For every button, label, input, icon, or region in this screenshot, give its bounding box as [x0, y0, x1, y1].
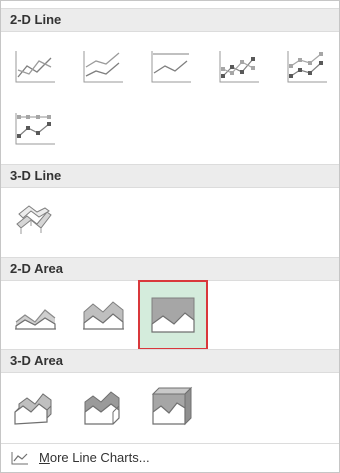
more-line-charts-label: More Line Charts... — [39, 450, 150, 465]
3d-area-chart-option[interactable] — [7, 378, 63, 434]
access-key-letter: M — [39, 450, 50, 465]
stacked-line-with-markers-chart-option[interactable] — [279, 39, 335, 95]
line-with-markers-icon — [219, 51, 259, 83]
stacked-line-chart-option[interactable] — [75, 39, 131, 95]
100-percent-stacked-line-icon — [151, 51, 191, 83]
line-icon — [15, 51, 55, 83]
line-with-markers-chart-option[interactable] — [211, 39, 267, 95]
line-chart-gallery: 2-D Line 3-D Line 2-D Area 3-D Area More… — [0, 0, 340, 473]
3d-100-percent-stacked-area-icon — [151, 386, 193, 426]
3d-100-percent-stacked-area-chart-option[interactable] — [143, 378, 199, 434]
stacked-line-icon — [83, 51, 123, 83]
100-percent-stacked-line-with-markers-icon — [15, 113, 55, 145]
3d-stacked-area-icon — [84, 391, 120, 425]
section-header-3d-area: 3-D Area — [1, 349, 339, 373]
area-icon — [15, 309, 56, 330]
3d-line-chart-option[interactable] — [7, 190, 63, 246]
100-percent-stacked-area-icon — [151, 297, 195, 333]
more-line-charts-label-rest: ore Line Charts... — [49, 450, 150, 465]
stacked-area-chart-option[interactable] — [75, 286, 131, 342]
area-chart-option[interactable] — [7, 286, 63, 342]
stacked-area-icon — [83, 301, 124, 330]
section-header-3d-line: 3-D Line — [1, 164, 339, 188]
3d-line-icon — [16, 205, 52, 234]
100-percent-stacked-area-chart-option[interactable] — [138, 280, 208, 350]
section-header-2d-area: 2-D Area — [1, 257, 339, 281]
100-percent-stacked-line-chart-option[interactable] — [143, 39, 199, 95]
section-header-2d-line: 2-D Line — [1, 8, 339, 32]
line-chart-icon — [11, 452, 28, 465]
3d-area-icon — [14, 393, 52, 425]
more-line-charts-link[interactable]: More Line Charts... — [1, 443, 339, 471]
3d-stacked-area-chart-option[interactable] — [75, 378, 131, 434]
stacked-line-with-markers-icon — [287, 51, 327, 83]
100-percent-stacked-line-with-markers-chart-option[interactable] — [7, 101, 63, 157]
line-chart-option[interactable] — [7, 39, 63, 95]
